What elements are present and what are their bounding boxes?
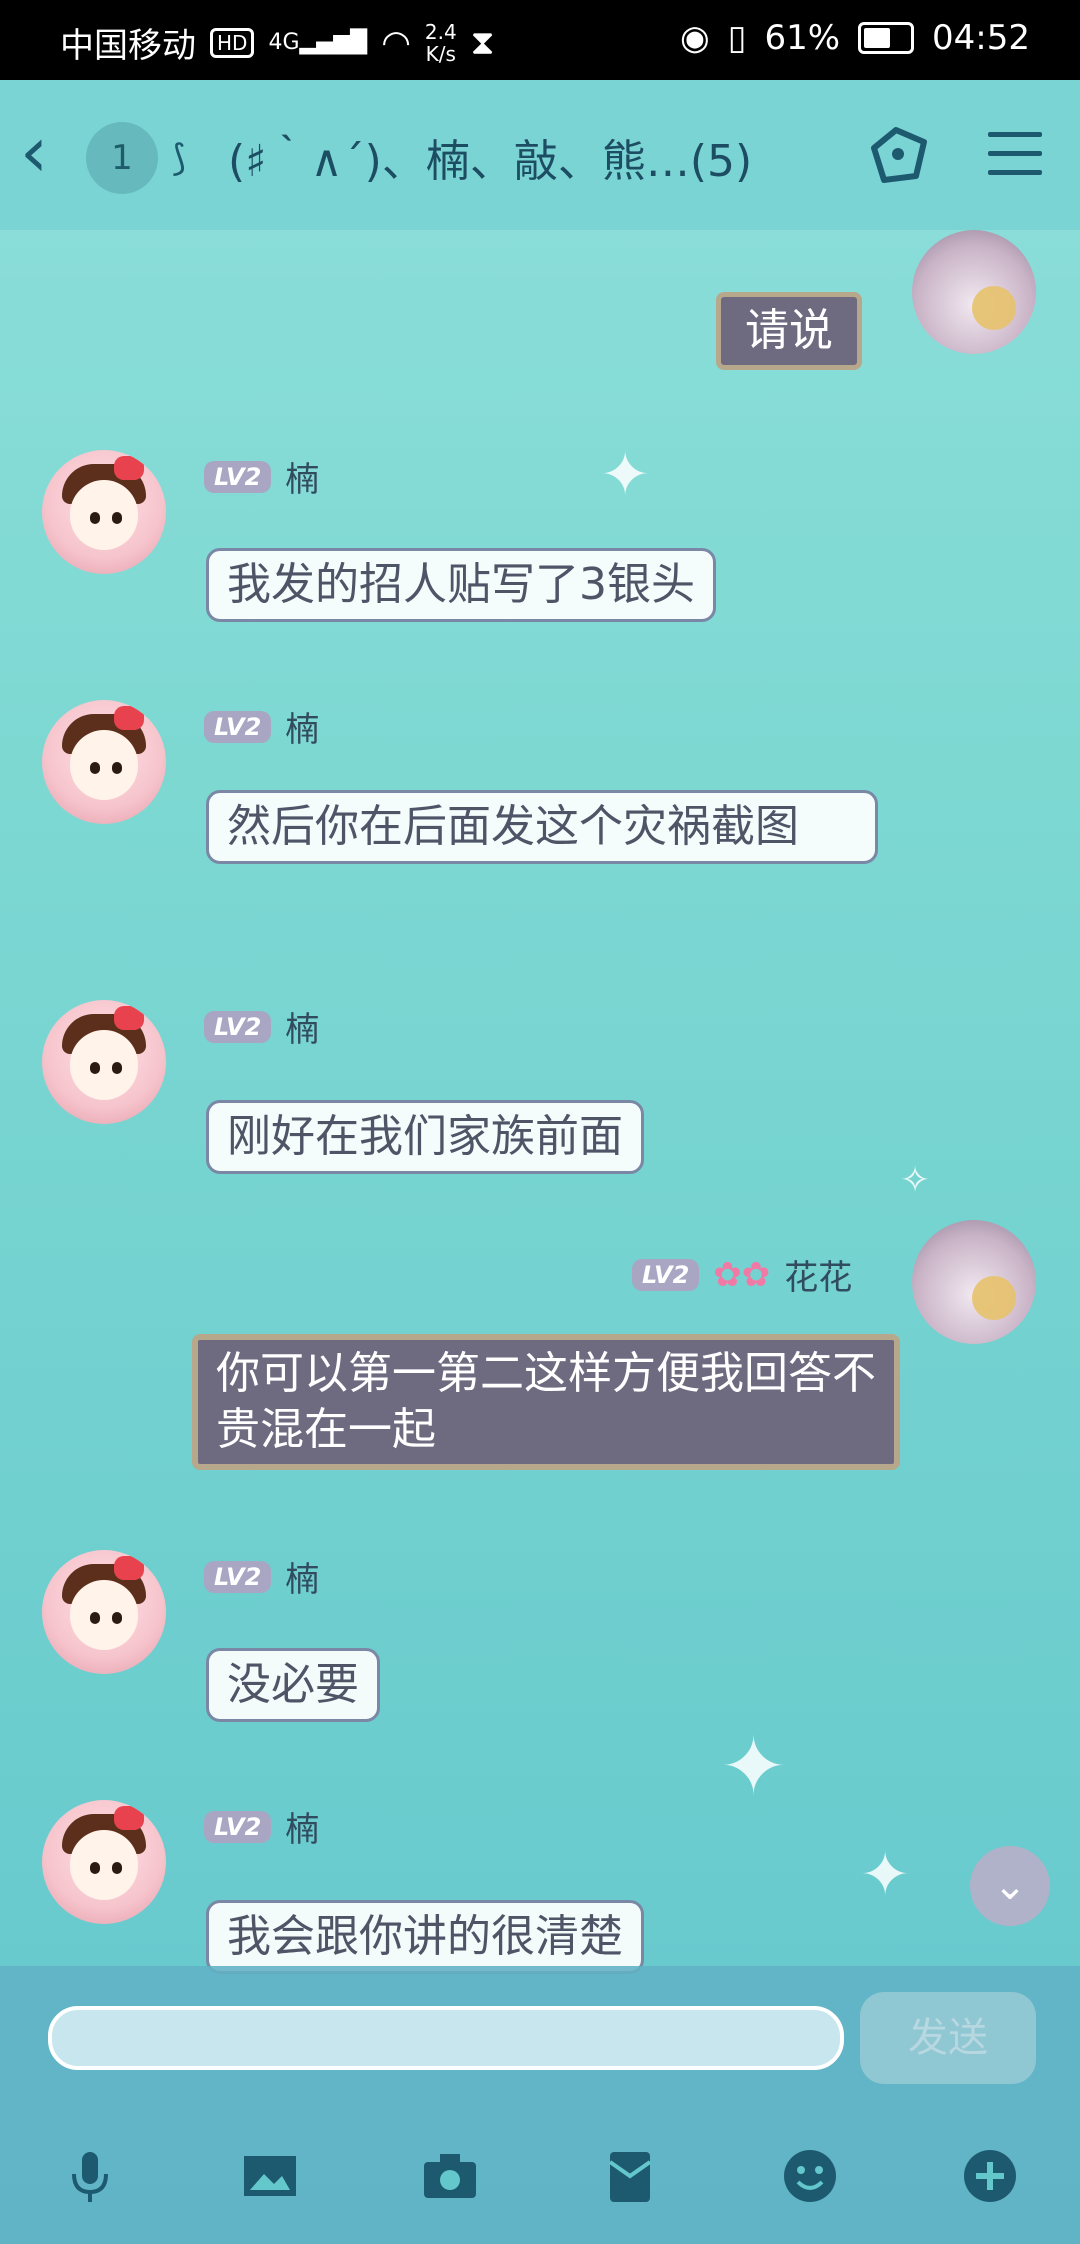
message-bubble-left[interactable]: 我会跟你讲的很清楚 — [206, 1900, 644, 1974]
sparkle-decoration: ✦ — [860, 1840, 911, 1910]
level-badge: LV2 — [204, 1010, 272, 1043]
level-badge: LV2 — [204, 460, 272, 493]
level-badge: LV2 — [204, 1810, 272, 1843]
chat-title[interactable]: (♯｀∧´)、楠、敲、熊…(5) — [228, 125, 752, 189]
avatar[interactable] — [912, 1220, 1036, 1344]
sender-name: LV2 ✿✿ 花花 — [632, 1250, 852, 1299]
emoji-icon[interactable] — [780, 2146, 840, 2206]
hd-icon: HD — [210, 27, 255, 58]
message-bubble-left[interactable]: 我发的招人贴写了3银头 — [206, 548, 716, 622]
back-arrow-icon[interactable]: ‹ — [20, 117, 48, 187]
red-packet-icon[interactable] — [600, 2146, 660, 2206]
level-badge: LV2 — [204, 1560, 272, 1593]
input-bar: 发送 — [0, 1966, 1080, 2244]
scroll-down-button[interactable]: ⌄ — [970, 1846, 1050, 1926]
sender-name: LV2 楠 — [204, 1552, 319, 1601]
avatar[interactable] — [42, 1800, 166, 1924]
ear-icon: ⟆ — [172, 138, 187, 179]
avatar[interactable] — [42, 450, 166, 574]
avatar[interactable] — [42, 1000, 166, 1124]
sender-name: LV2 楠 — [204, 1802, 319, 1851]
microphone-icon[interactable] — [60, 2146, 120, 2206]
send-button[interactable]: 发送 — [860, 1992, 1036, 2084]
sparkle-decoration: ✦ — [720, 1720, 788, 1813]
avatar[interactable] — [42, 1550, 166, 1674]
eye-icon: ◉ — [680, 18, 710, 58]
signal-icon: 4G▂▄▆█ — [268, 30, 368, 55]
message-bubble-right[interactable]: 你可以第一第二这样方便我回答不贵混在一起 — [192, 1334, 900, 1470]
sparkle-decoration: ✧ — [900, 1160, 931, 1201]
level-badge: LV2 — [204, 710, 272, 743]
battery-icon — [858, 22, 915, 54]
camera-icon[interactable] — [420, 2146, 480, 2206]
sparkle-decoration: ✦ — [600, 440, 651, 510]
clock: 04:52 — [932, 18, 1030, 58]
sender-name: LV2 楠 — [204, 452, 319, 501]
menu-icon[interactable] — [988, 132, 1042, 189]
status-bar: 中国移动 HD 4G▂▄▆█ ◠ 2.4 K/s ⧗ ◉ ▯ 61% 04:52 — [0, 0, 1080, 80]
message-bubble-left[interactable]: 然后你在后面发这个灾祸截图 — [206, 790, 878, 864]
carrier-name: 中国移动 — [60, 26, 196, 66]
battery-percent: 61% — [764, 18, 841, 58]
level-badge: LV2 — [632, 1258, 700, 1291]
image-icon[interactable] — [240, 2146, 300, 2206]
toolbar — [0, 2146, 1080, 2206]
chevron-down-icon: ⌄ — [993, 1863, 1027, 1909]
plus-icon[interactable] — [960, 2146, 1020, 2206]
hourglass-icon: ⧗ — [470, 22, 495, 63]
wifi-icon: ◠ — [381, 22, 411, 63]
chat-header: ‹ 1 ⟆ (♯｀∧´)、楠、敲、熊…(5) — [0, 80, 1080, 230]
unread-badge[interactable]: 1 — [86, 122, 158, 194]
message-bubble-right[interactable]: 请说 — [716, 292, 862, 370]
message-input[interactable] — [48, 2006, 844, 2070]
network-speed: 2.4 K/s — [424, 19, 457, 66]
vibrate-icon: ▯ — [727, 18, 747, 58]
sender-name: LV2 楠 — [204, 702, 319, 751]
message-bubble-left[interactable]: 没必要 — [206, 1648, 380, 1722]
message-bubble-left[interactable]: 刚好在我们家族前面 — [206, 1100, 644, 1174]
flower-icon: ✿✿ — [713, 1254, 771, 1295]
avatar[interactable] — [42, 700, 166, 824]
avatar[interactable] — [912, 230, 1036, 354]
sender-name: LV2 楠 — [204, 1002, 319, 1051]
group-tag-icon[interactable] — [860, 118, 936, 194]
